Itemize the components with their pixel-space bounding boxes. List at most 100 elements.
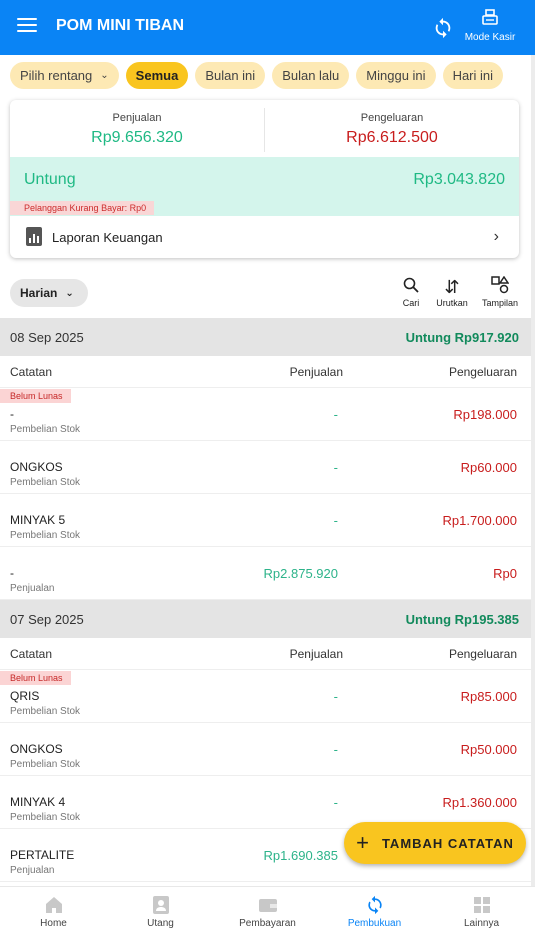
unpaid-note: Pelanggan Kurang Bayar: Rp0 bbox=[10, 201, 155, 215]
row-name: - bbox=[10, 566, 14, 580]
row-type: Pembelian Stok bbox=[10, 530, 81, 541]
chip-label: Bulan lalu bbox=[282, 68, 340, 83]
row-type: Pembelian Stok bbox=[10, 812, 81, 823]
table-row[interactable]: - Penjualan Rp2.875.920 Rp0 bbox=[0, 547, 531, 600]
row-type: Pembelian Stok bbox=[10, 759, 81, 770]
scrollbar-track bbox=[531, 55, 535, 886]
col-note: Catatan bbox=[10, 365, 53, 379]
sort-button[interactable]: ⇵ Urutkan bbox=[434, 276, 470, 308]
period-dropdown[interactable]: Harian ⌄ bbox=[10, 279, 88, 307]
column-header: Catatan Penjualan Pengeluaran bbox=[0, 638, 531, 670]
row-name: ONGKOS bbox=[10, 742, 63, 756]
nav-utang[interactable]: Utang bbox=[107, 887, 214, 931]
bottom-nav: Home Utang Pembayaran Pembukuan Lainnya bbox=[0, 886, 535, 931]
row-name: QRIS bbox=[10, 689, 40, 703]
nav-pembayaran[interactable]: Pembayaran bbox=[214, 887, 321, 931]
table-row[interactable]: MINYAK 5 Pembelian Stok - Rp1.700.000 bbox=[0, 494, 531, 547]
sales-value: Rp9.656.320 bbox=[91, 129, 183, 146]
chip-semua[interactable]: Semua bbox=[125, 62, 189, 89]
mode-kasir-button[interactable]: Mode Kasir bbox=[460, 9, 520, 45]
table-row[interactable]: Belum Lunas QRIS Pembelian Stok - Rp85.0… bbox=[0, 670, 531, 723]
sort-label: Urutkan bbox=[436, 298, 468, 308]
add-record-label: TAMBAH CATATAN bbox=[381, 835, 514, 851]
row-sale: Rp2.875.920 bbox=[263, 566, 338, 581]
unpaid-badge: Belum Lunas bbox=[0, 671, 71, 685]
profit-label: Untung bbox=[24, 171, 76, 188]
report-label: Laporan Keuangan bbox=[52, 230, 163, 245]
row-sale: - bbox=[333, 407, 338, 422]
chip-pilih-rentang[interactable]: Pilih rentang ⌄ bbox=[10, 62, 119, 89]
view-button[interactable]: Tampilan bbox=[480, 275, 520, 308]
cash-register-icon bbox=[482, 9, 498, 25]
row-sale: - bbox=[333, 795, 338, 810]
chip-minggu-ini[interactable]: Minggu ini bbox=[356, 62, 436, 89]
row-sale: - bbox=[333, 742, 338, 757]
sales-label: Penjualan bbox=[112, 112, 162, 124]
expense-value: Rp6.612.500 bbox=[346, 129, 438, 146]
sales-summary: Penjualan Rp9.656.320 bbox=[10, 100, 264, 156]
summary-card: Penjualan Rp9.656.320 Pengeluaran Rp6.61… bbox=[10, 100, 519, 258]
app-bar: POM MINI TIBAN Mode Kasir bbox=[0, 0, 535, 55]
nav-label: Home bbox=[40, 918, 67, 929]
row-sale: - bbox=[333, 513, 338, 528]
add-record-button[interactable]: + TAMBAH CATATAN bbox=[344, 822, 526, 864]
day-profit: Untung Rp195.385 bbox=[405, 612, 519, 627]
row-name: ONGKOS bbox=[10, 460, 63, 474]
mode-kasir-label: Mode Kasir bbox=[464, 32, 516, 43]
sync-icon[interactable] bbox=[432, 17, 454, 39]
column-header: Catatan Penjualan Pengeluaran bbox=[0, 356, 531, 388]
day-header: 07 Sep 2025 Untung Rp195.385 bbox=[0, 600, 531, 638]
table-row[interactable]: ONGKOS Pembelian Stok - Rp60.000 bbox=[0, 441, 531, 494]
nav-label: Utang bbox=[147, 918, 174, 929]
financial-report-link[interactable]: Laporan Keuangan › bbox=[10, 216, 519, 258]
row-type: Pembelian Stok bbox=[10, 477, 81, 488]
row-expense: Rp1.360.000 bbox=[442, 795, 517, 810]
profit-banner: Untung Rp3.043.820 Pelanggan Kurang Baya… bbox=[10, 157, 519, 216]
nav-label: Pembukuan bbox=[347, 918, 402, 929]
chip-bulan-ini[interactable]: Bulan ini bbox=[195, 62, 266, 89]
chip-label: Bulan ini bbox=[205, 68, 256, 83]
row-sale: Rp1.690.385 bbox=[263, 848, 338, 863]
wallet-icon bbox=[258, 899, 277, 912]
col-expense: Pengeluaran bbox=[448, 365, 517, 379]
row-sale: - bbox=[333, 460, 338, 475]
col-sales: Penjualan bbox=[289, 647, 343, 661]
period-label: Harian bbox=[20, 286, 58, 300]
nav-pembukuan[interactable]: Pembukuan bbox=[321, 887, 428, 931]
row-name: - bbox=[10, 407, 14, 421]
row-expense: Rp50.000 bbox=[460, 742, 517, 757]
chevron-right-icon: › bbox=[493, 228, 499, 245]
chip-bulan-lalu[interactable]: Bulan lalu bbox=[272, 62, 350, 89]
nav-label: Pembayaran bbox=[239, 918, 296, 929]
row-type: Penjualan bbox=[10, 583, 55, 594]
date-filter-chips: Pilih rentang ⌄ Semua Bulan ini Bulan lal… bbox=[10, 62, 504, 89]
nav-label: Lainnya bbox=[463, 918, 500, 929]
profit-value: Rp3.043.820 bbox=[413, 171, 505, 188]
plus-icon: + bbox=[356, 830, 370, 855]
row-name: MINYAK 4 bbox=[10, 795, 66, 809]
col-note: Catatan bbox=[10, 647, 53, 661]
expense-summary: Pengeluaran Rp6.612.500 bbox=[265, 100, 519, 156]
search-label: Cari bbox=[402, 298, 420, 308]
nav-home[interactable]: Home bbox=[0, 887, 107, 931]
chevron-down-icon: ⌄ bbox=[65, 287, 74, 299]
chip-hari-ini[interactable]: Hari ini bbox=[442, 62, 504, 89]
table-row[interactable]: Belum Lunas - Pembelian Stok - Rp198.000 bbox=[0, 388, 531, 441]
row-expense: Rp1.700.000 bbox=[442, 513, 517, 528]
list-toolbar: Harian ⌄ Cari ⇵ Urutkan Tampilan bbox=[0, 275, 535, 314]
day-date: 07 Sep 2025 bbox=[10, 612, 84, 627]
day-header: 08 Sep 2025 Untung Rp917.920 bbox=[0, 318, 531, 356]
chip-label: Semua bbox=[135, 68, 179, 83]
row-type: Penjualan bbox=[10, 865, 55, 876]
row-expense: Rp60.000 bbox=[460, 460, 517, 475]
nav-lainnya[interactable]: Lainnya bbox=[428, 887, 535, 931]
menu-icon[interactable] bbox=[17, 18, 37, 34]
table-row[interactable]: ONGKOS Pembelian Stok - Rp50.000 bbox=[0, 723, 531, 776]
search-button[interactable]: Cari bbox=[401, 276, 421, 308]
search-icon bbox=[401, 276, 421, 298]
row-name: MINYAK 5 bbox=[10, 513, 66, 527]
app-title: POM MINI TIBAN bbox=[56, 17, 184, 34]
home-icon bbox=[45, 897, 62, 913]
day-date: 08 Sep 2025 bbox=[10, 330, 84, 345]
grid-icon bbox=[473, 897, 490, 913]
